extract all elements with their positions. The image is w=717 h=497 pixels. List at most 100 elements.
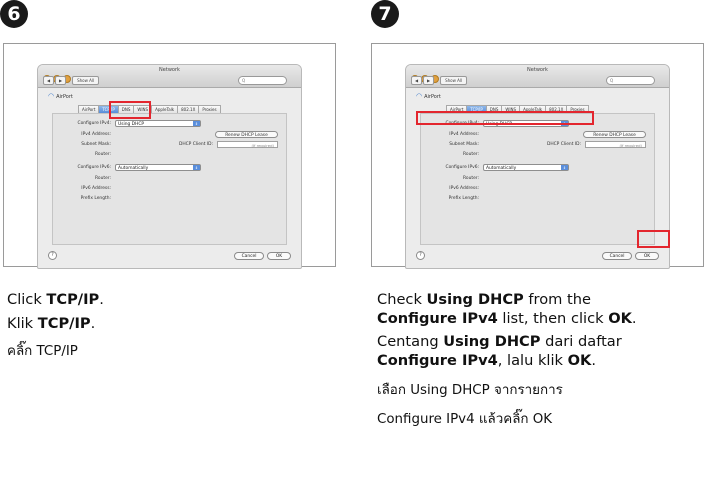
- configure-ipv4-value: Using DHCP: [486, 122, 513, 127]
- caption-bold: TCP/IP: [37, 315, 91, 332]
- window-content: ◠ AirPort AirPort TCP/IP DNS WINS AppleTalk 80…: [406, 88, 669, 268]
- chevron-updown-icon: ⇕: [193, 165, 200, 170]
- ipv4-address-label: IPv4 Address:: [449, 132, 479, 137]
- caption-bold: OK: [608, 310, 632, 327]
- cancel-button[interactable]: Cancel: [234, 252, 264, 260]
- caption-text: Click: [7, 291, 47, 308]
- caption-thai: คลิ๊ก TCP/IP: [7, 344, 78, 359]
- caption-indonesian-line2: Configure IPv4, lalu klik OK.: [377, 351, 712, 370]
- chevron-updown-icon: ⇕: [193, 121, 200, 126]
- forward-button[interactable]: ▶: [55, 76, 66, 85]
- configure-ipv4-value: Using DHCP: [118, 122, 145, 127]
- router6-label: Router:: [95, 176, 111, 181]
- caption-text: list, then click: [497, 310, 609, 327]
- ok-button[interactable]: OK: [267, 252, 291, 260]
- step-7-caption: Check Using DHCP from the Configure IPv4…: [377, 290, 712, 432]
- tcpip-panel: Configure IPv4: Using DHCP ⇕ IPv4 Address…: [52, 113, 287, 245]
- configure-ipv6-label: Configure IPv6:: [445, 165, 480, 170]
- ok-button[interactable]: OK: [635, 252, 659, 260]
- subnet-mask-row: Subnet Mask: DHCP Client ID: (If require…: [421, 141, 654, 149]
- network-name: AirPort: [424, 94, 441, 100]
- configure-ipv6-row: Configure IPv6: Automatically ⇕: [53, 164, 286, 172]
- dhcp-client-id-field[interactable]: (If required): [585, 141, 646, 148]
- ipv6-address-label: IPv6 Address:: [449, 186, 479, 191]
- window-titlebar: Network ◀ ▶ Show All Q: [406, 65, 669, 88]
- caption-text: .: [90, 315, 96, 332]
- screenshot-frame: Network ◀ ▶ Show All Q ◠ AirPort AirPort TC…: [3, 43, 336, 269]
- window-title: Network: [527, 67, 548, 73]
- cancel-button[interactable]: Cancel: [602, 252, 632, 260]
- configure-ipv4-label: Configure IPv4:: [77, 121, 112, 126]
- back-button[interactable]: ◀: [411, 76, 422, 85]
- configure-ipv6-value: Automatically: [118, 166, 149, 171]
- subnet-mask-label: Subnet Mask:: [449, 142, 479, 147]
- ipv6-address-label: IPv6 Address:: [81, 186, 111, 191]
- caption-text: , lalu klik: [497, 352, 568, 369]
- wifi-icon: ◠: [416, 92, 423, 100]
- configure-ipv6-row: Configure IPv6: Automatically ⇕: [421, 164, 654, 172]
- configure-ipv6-value: Automatically: [486, 166, 517, 171]
- router-row: Router:: [421, 151, 654, 159]
- caption-bold: Using DHCP: [426, 291, 524, 308]
- wifi-icon: ◠: [48, 92, 55, 100]
- caption-thai-line1: เลือก Using DHCP จากรายการ: [377, 383, 563, 398]
- step-6: 6 Network ◀ ▶ Show All Q ◠ AirPort AirPort…: [0, 0, 358, 497]
- caption-bold: Configure IPv4: [377, 352, 498, 369]
- caption-english-line1: Check Using DHCP from the: [377, 290, 712, 309]
- network-window: Network ◀ ▶ Show All Q ◠ AirPort AirPort TC…: [405, 64, 670, 269]
- search-input[interactable]: Q: [606, 76, 655, 85]
- ipv4-address-label: IPv4 Address:: [81, 132, 111, 137]
- caption-text: .: [591, 352, 596, 369]
- router6-row: Router:: [53, 175, 286, 183]
- caption-text: from the: [523, 291, 591, 308]
- renew-dhcp-button[interactable]: Renew DHCP Lease: [583, 131, 646, 138]
- caption-english-line2: Configure IPv4 list, then click OK.: [377, 309, 712, 328]
- window-title: Network: [159, 67, 180, 73]
- network-service: ◠ AirPort: [48, 92, 73, 100]
- step-number-badge: 6: [0, 0, 28, 28]
- caption-indonesian: Klik TCP/IP.: [7, 314, 347, 333]
- configure-ipv6-select[interactable]: Automatically ⇕: [115, 164, 201, 171]
- configure-ipv6-select[interactable]: Automatically ⇕: [483, 164, 569, 171]
- show-all-button[interactable]: Show All: [72, 76, 100, 85]
- dhcp-client-id-field[interactable]: (If required): [217, 141, 278, 148]
- caption-bold: OK: [567, 352, 592, 369]
- ipv6-address-row: IPv6 Address:: [421, 185, 654, 193]
- caption-indonesian-line1: Centang Using DHCP dari daftar: [377, 332, 712, 351]
- caption-text: Check: [377, 291, 427, 308]
- renew-dhcp-button[interactable]: Renew DHCP Lease: [215, 131, 278, 138]
- back-button[interactable]: ◀: [43, 76, 54, 85]
- search-input[interactable]: Q: [238, 76, 287, 85]
- configure-ipv4-select[interactable]: Using DHCP ⇕: [115, 120, 201, 127]
- network-service: ◠ AirPort: [416, 92, 441, 100]
- chevron-updown-icon: ⇕: [561, 165, 568, 170]
- forward-button[interactable]: ▶: [423, 76, 434, 85]
- caption-bold: Configure IPv4: [377, 310, 498, 327]
- dhcp-client-id-label: DHCP Client ID:: [178, 142, 213, 147]
- router-label: Router:: [463, 152, 479, 157]
- tcpip-panel: Configure IPv4: Using DHCP ⇕ IPv4 Address…: [420, 113, 655, 245]
- help-button[interactable]: ?: [416, 251, 425, 260]
- router-label: Router:: [95, 152, 111, 157]
- ipv6-address-row: IPv6 Address:: [53, 185, 286, 193]
- show-all-button[interactable]: Show All: [440, 76, 468, 85]
- window-content: ◠ AirPort AirPort TCP/IP DNS WINS AppleTalk 80…: [38, 88, 301, 268]
- router6-label: Router:: [463, 176, 479, 181]
- prefix-length-row: Prefix Length:: [421, 195, 654, 203]
- caption-thai-line2: Configure IPv4 แล้วคลิ๊ก OK: [377, 412, 553, 427]
- window-titlebar: Network ◀ ▶ Show All Q: [38, 65, 301, 88]
- caption-text: .: [99, 291, 104, 308]
- router-row: Router:: [53, 151, 286, 159]
- chevron-updown-icon: ⇕: [561, 121, 568, 126]
- network-window: Network ◀ ▶ Show All Q ◠ AirPort AirPort TC…: [37, 64, 302, 269]
- caption-bold: Using DHCP: [443, 333, 541, 350]
- step-number-badge: 7: [371, 0, 399, 28]
- help-button[interactable]: ?: [48, 251, 57, 260]
- configure-ipv6-label: Configure IPv6:: [77, 165, 112, 170]
- caption-bold: TCP/IP: [46, 291, 100, 308]
- subnet-mask-row: Subnet Mask: DHCP Client ID: (If require…: [53, 141, 286, 149]
- ipv4-address-row: IPv4 Address: Renew DHCP Lease: [53, 131, 286, 139]
- configure-ipv4-select[interactable]: Using DHCP ⇕: [483, 120, 569, 127]
- ipv4-address-row: IPv4 Address: Renew DHCP Lease: [421, 131, 654, 139]
- screenshot-frame: Network ◀ ▶ Show All Q ◠ AirPort AirPort TC…: [371, 43, 704, 269]
